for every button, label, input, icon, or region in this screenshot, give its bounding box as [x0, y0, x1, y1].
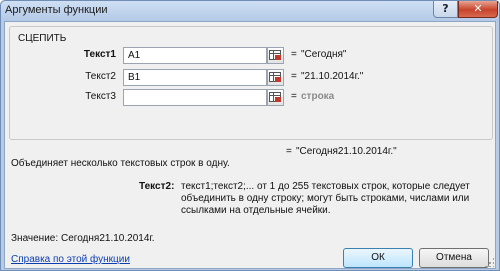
formula-result: "Сегодня21.10.2014г." — [296, 146, 397, 157]
arg-help-text: текст1;текст2;... от 1 до 255 текстовых … — [181, 181, 470, 216]
range-select-button-text1[interactable] — [267, 47, 284, 64]
collapse-dialog-icon — [269, 72, 281, 82]
ok-button[interactable]: ОК — [343, 248, 413, 268]
arg-label-text1: Текст1 — [83, 49, 116, 60]
dialog-title: Аргументы функции — [5, 4, 108, 16]
function-help-link[interactable]: Справка по этой функции — [11, 254, 130, 265]
arg-help-name: Текст2: — [139, 181, 175, 192]
range-select-button-text2[interactable] — [267, 69, 284, 86]
arg-input-text1[interactable]: A1 — [123, 47, 267, 64]
arg-type-hint-text3: строка — [301, 91, 335, 102]
value-label: Значение: — [11, 233, 59, 244]
title-bar[interactable]: Аргументы функции ? ✕ — [1, 1, 499, 21]
equals-sign: = — [291, 49, 297, 60]
collapse-dialog-icon — [269, 50, 281, 60]
equals-sign: = — [286, 146, 292, 157]
arg-input-text2[interactable]: B1 — [123, 69, 267, 86]
function-description: Объединяет несколько текстовых строк в о… — [11, 158, 230, 169]
equals-sign: = — [291, 91, 297, 102]
arg-result-text2: "21.10.2014г." — [301, 71, 364, 82]
function-arguments-dialog: Аргументы функции ? ✕ СЦЕПИТЬ Текст1 A1 … — [0, 0, 500, 271]
function-name: СЦЕПИТЬ — [18, 33, 67, 44]
arg-label-text2: Текст2 — [85, 71, 116, 82]
arguments-group: СЦЕПИТЬ Текст1 A1 = "Сегодня" Текст2 B1 — [9, 26, 493, 140]
cancel-button[interactable]: Отмена — [419, 248, 489, 268]
arg-result-text1: "Сегодня" — [301, 49, 347, 60]
arg-input-text3[interactable] — [123, 89, 267, 106]
arg-label-text3: Текст3 — [85, 91, 116, 102]
collapse-dialog-icon — [269, 92, 281, 102]
range-select-button-text3[interactable] — [267, 89, 284, 106]
dialog-body: СЦЕПИТЬ Текст1 A1 = "Сегодня" Текст2 B1 — [4, 21, 496, 269]
close-button[interactable]: ✕ — [458, 1, 498, 18]
value-text: Сегодня21.10.2014г. — [61, 233, 155, 244]
help-button[interactable]: ? — [433, 1, 458, 18]
equals-sign: = — [291, 71, 297, 82]
